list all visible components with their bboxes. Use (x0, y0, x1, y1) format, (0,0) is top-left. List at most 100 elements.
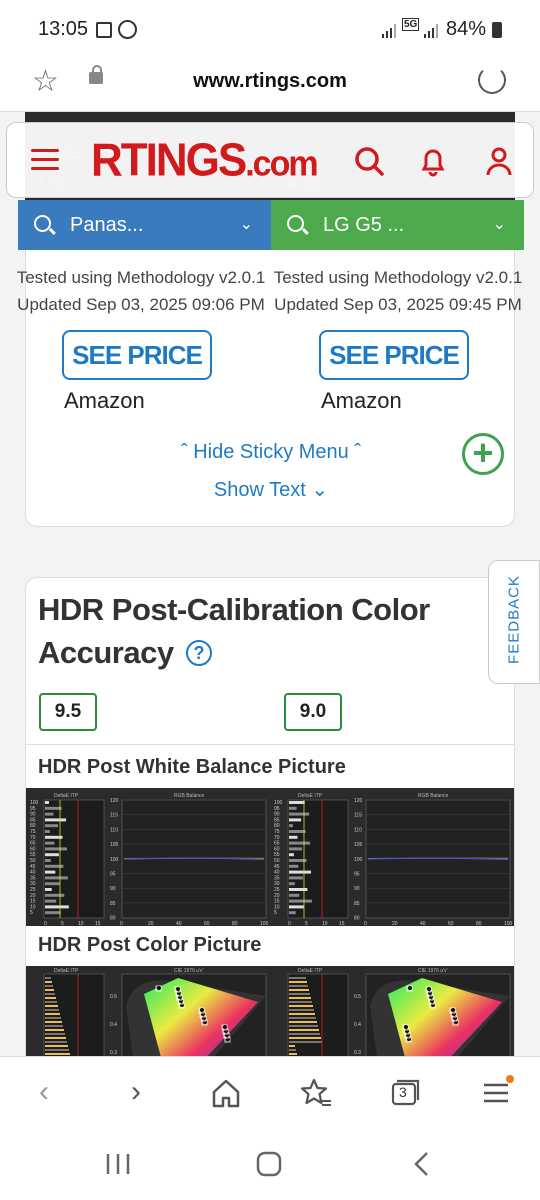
back-icon[interactable]: ‹ (26, 1075, 62, 1111)
compare-product-2-dropdown[interactable]: LG G5 ... ⌄ (271, 200, 524, 250)
rgb-tick: 100 (354, 857, 363, 863)
deltae-bar (289, 888, 308, 891)
deltae-bar (45, 1041, 67, 1043)
system-navigation-bar (0, 1128, 540, 1200)
deltae-bar (289, 985, 308, 987)
product-1-test-info: Tested using Methodology v2.0.1 Updated … (16, 268, 266, 314)
reload-icon[interactable] (478, 66, 506, 94)
deltae-xtick: 15 (95, 921, 101, 926)
rgb-tick: 110 (354, 827, 362, 833)
user-account-icon[interactable] (483, 145, 515, 177)
deltae-bar (289, 1001, 312, 1003)
deltae-bar (289, 1053, 297, 1055)
hide-sticky-menu-link[interactable]: ˆ Hide Sticky Menu ˆ (151, 441, 391, 464)
deltae-bar (45, 1029, 64, 1031)
deltae-bar (289, 818, 302, 822)
rgb-xtick: 80 (232, 921, 238, 926)
deltae-bar (45, 1009, 59, 1011)
home-icon[interactable] (208, 1075, 244, 1111)
section-title: HDR Post-Calibration Color Accuracy ? (38, 592, 430, 670)
deltae-bar (289, 870, 311, 874)
cie-tick: 0.4 (110, 1022, 117, 1028)
deltae-bar (289, 853, 294, 857)
deltae-bar (289, 1009, 314, 1011)
cie-measured-point (427, 987, 431, 991)
search-icon (34, 215, 51, 232)
search-icon (287, 215, 304, 232)
search-icon[interactable] (353, 145, 385, 177)
notification-bell-icon[interactable] (417, 145, 449, 177)
store-name-2[interactable]: Amazon (321, 388, 402, 414)
deltae-bar (289, 806, 297, 810)
chevron-down-icon: ⌄ (492, 216, 506, 233)
rgb-tick: 120 (354, 798, 363, 804)
deltae-bar (45, 985, 53, 987)
messenger-notification-icon (118, 20, 137, 39)
deltae-bar (289, 847, 302, 851)
recent-apps-icon[interactable] (104, 1150, 132, 1178)
wifi-signal-icon (382, 24, 396, 38)
site-header: RTINGS.com (6, 122, 534, 198)
chevron-up-icon: ˆ (180, 441, 188, 463)
rgb-xtick: 20 (148, 921, 154, 926)
see-price-button-1[interactable]: SEE PRICE (62, 330, 212, 380)
status-time: 13:05 (38, 18, 89, 40)
compare-product-1-dropdown[interactable]: Panas... ⌄ (18, 200, 271, 250)
forward-icon[interactable]: › (118, 1075, 154, 1111)
chevron-down-icon: ⌄ (311, 479, 329, 501)
deltae-bar (289, 993, 310, 995)
rtings-logo[interactable]: RTINGS.com (91, 135, 319, 188)
menu-icon[interactable] (478, 1075, 514, 1111)
add-compare-icon[interactable]: + (462, 433, 504, 475)
cell-signal-icon (424, 24, 438, 38)
deltae-bar (289, 1025, 318, 1027)
feedback-tab[interactable]: FEEDBACK (488, 560, 540, 684)
deltae-bar (45, 981, 52, 983)
rgb-tick: 90 (110, 886, 116, 892)
deltae-tick: 5 (30, 910, 33, 916)
rgb-xtick: 60 (448, 921, 454, 926)
rgb-tick: 95 (354, 872, 360, 878)
deltae-bar (45, 1037, 66, 1039)
rgb-label: RGB Balance (418, 793, 449, 799)
deltae-bar (289, 1013, 315, 1015)
white-balance-picture[interactable]: DeltaE ITP 100 95 90 85 80 75 70 65 60 55 50 45 40 35 3… (26, 788, 514, 927)
deltae-bar (289, 1045, 295, 1047)
color-plots-svg: DeltaE ITP CIE 1976 u'v'0.50.40.3DeltaE I… (43, 968, 511, 1056)
deltae-bar (289, 830, 306, 833)
show-text-link[interactable]: Show Text ⌄ (151, 477, 391, 502)
notification-dot (506, 1075, 514, 1083)
deltae-bar (289, 981, 307, 983)
deltae-label: DeltaE ITP (54, 968, 79, 974)
rgb-tick: 90 (354, 886, 360, 892)
deltae-bar (45, 801, 49, 804)
deltae-bar (45, 806, 62, 810)
page-content: White4.854.06 RTINGS.com Panas... ⌄ LG G… (0, 112, 540, 1056)
deltae-bar (289, 1029, 319, 1031)
system-back-icon[interactable] (408, 1150, 436, 1178)
deltae-bar (289, 824, 293, 828)
store-name-1[interactable]: Amazon (64, 388, 145, 414)
deltae-bar (45, 1013, 60, 1015)
url-text[interactable]: www.rtings.com (0, 70, 540, 93)
divider (26, 744, 514, 745)
deltae-bar (45, 824, 58, 828)
white-balance-plots-svg: DeltaE ITP100959085807570656055504540353… (30, 793, 513, 927)
cie-measured-point (404, 1025, 408, 1029)
hamburger-menu-icon[interactable] (31, 149, 59, 171)
rgb-tick: 105 (354, 842, 363, 848)
cie-tick: 0.5 (110, 994, 117, 1000)
help-icon[interactable]: ? (185, 640, 212, 666)
deltae-bar (289, 812, 310, 816)
home-button-icon[interactable] (255, 1150, 283, 1178)
deltae-bar (45, 876, 68, 880)
rgb-xtick: 40 (176, 921, 182, 926)
deltae-xtick: 0 (44, 921, 47, 926)
see-price-button-2[interactable]: SEE PRICE (319, 330, 469, 380)
deltae-bar (289, 1021, 317, 1023)
browser-url-bar: ☆ www.rtings.com (0, 60, 540, 112)
tabs-icon[interactable]: 3 (388, 1075, 424, 1111)
bookmarks-star-icon[interactable] (298, 1075, 334, 1111)
color-picture[interactable]: DeltaE ITP CIE 1976 u'v' 0.5 0.4 0.3 DeltaE I… (26, 966, 514, 1056)
deltae-bar (45, 1017, 61, 1019)
